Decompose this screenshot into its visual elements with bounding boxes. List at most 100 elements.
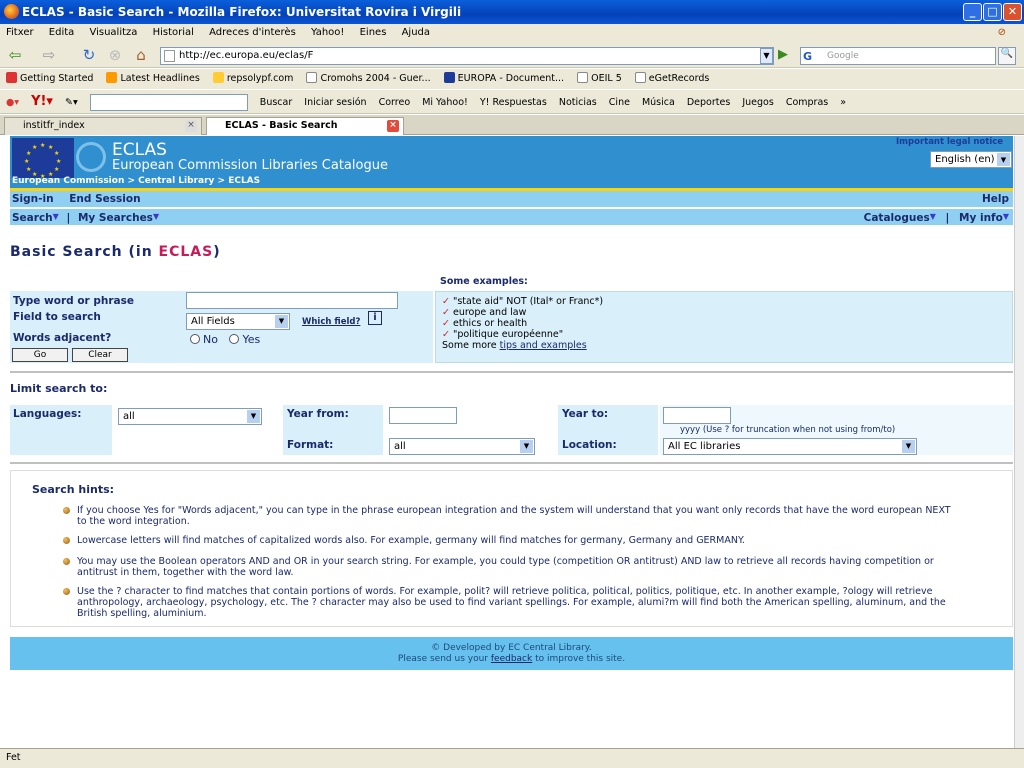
yahoo-item-sports[interactable]: Deportes — [687, 97, 730, 108]
hint-item: Use the ? character to find matches that… — [63, 586, 963, 619]
yahoo-item-cinema[interactable]: Cine — [609, 97, 630, 108]
end-session-link[interactable]: End Session — [69, 193, 140, 205]
maximize-button[interactable]: □ — [983, 3, 1002, 21]
address-bar[interactable]: http://ec.europa.eu/eclas/F — [160, 47, 774, 65]
menu-bar: Fitxer Edita Visualitza Historial Adrece… — [0, 24, 1024, 42]
forward-arrow-icon[interactable]: ⇨ — [40, 46, 58, 64]
go-arrow-icon[interactable]: ▶ — [778, 47, 788, 62]
adjacent-options: No Yes — [190, 333, 260, 346]
close-tab-icon[interactable]: × — [185, 120, 197, 132]
menu-tools[interactable]: Eines — [360, 27, 387, 38]
home-icon[interactable]: ⌂ — [132, 46, 150, 64]
info-icon[interactable]: i — [368, 311, 382, 325]
yahoo-item-shopping[interactable]: Compras — [786, 97, 828, 108]
breadcrumb[interactable]: European Commission > Central Library > … — [12, 176, 260, 186]
year-to-input[interactable] — [663, 407, 731, 424]
chevron-down-icon: ▼ — [997, 153, 1010, 166]
examples-title: Some examples: — [440, 276, 528, 287]
back-arrow-icon[interactable]: ⇦ — [6, 46, 24, 64]
search-engine-input[interactable]: G Google — [800, 47, 996, 65]
clear-button[interactable]: Clear — [72, 348, 128, 362]
example-text: ethics or health — [452, 318, 528, 329]
throbber-icon: ⊘ — [997, 27, 1006, 38]
nav-separator: | — [945, 212, 950, 224]
pencil-icon[interactable]: ✎▾ — [65, 97, 78, 108]
menu-file[interactable]: Fitxer — [6, 27, 34, 38]
reload-icon[interactable]: ↻ — [80, 46, 98, 64]
legal-notice-link[interactable]: Important legal notice — [896, 137, 1003, 147]
bookmark-item[interactable]: OEIL 5 — [577, 72, 622, 84]
bookmark-item[interactable]: Getting Started — [6, 72, 93, 84]
page-icon — [164, 50, 175, 62]
google-icon[interactable]: G — [803, 49, 812, 65]
adjacent-yes-radio[interactable]: Yes — [229, 333, 260, 346]
bookmark-item[interactable]: repsolypf.com — [212, 72, 293, 84]
bookmark-item[interactable]: eGetRecords — [634, 72, 709, 84]
search-menu[interactable]: Search▼ — [12, 212, 59, 224]
yahoo-search-button[interactable]: Buscar — [260, 97, 292, 108]
site-title: ECLAS — [112, 140, 167, 160]
address-dropdown-icon[interactable]: ▼ — [760, 48, 773, 64]
location-select[interactable]: All EC libraries ▼ — [663, 438, 917, 455]
which-field-link[interactable]: Which field? — [302, 317, 360, 327]
close-window-button[interactable]: ✕ — [1003, 3, 1022, 21]
year-from-input[interactable] — [389, 407, 457, 424]
menu-view[interactable]: Visualitza — [89, 27, 137, 38]
menu-help[interactable]: Ajuda — [402, 27, 430, 38]
toolbar-overflow-button[interactable]: » — [840, 97, 846, 108]
my-info-menu[interactable]: My info▼ — [959, 212, 1009, 224]
checkmark-icon: ✓ — [442, 318, 450, 329]
no-label: No — [203, 333, 218, 346]
field-label: Field to search — [13, 311, 101, 323]
tips-examples-link[interactable]: tips and examples — [500, 340, 587, 351]
stop-icon[interactable]: ⊗ — [106, 46, 124, 64]
yahoo-item-news[interactable]: Noticias — [559, 97, 597, 108]
signin-link[interactable]: Sign-in — [12, 193, 54, 205]
menu-yahoo[interactable]: Yahoo! — [311, 27, 344, 38]
footer-prefix: Please send us your — [397, 654, 491, 664]
menu-bookmarks[interactable]: Adreces d'interès — [209, 27, 296, 38]
location-label: Location: — [562, 439, 617, 451]
vertical-scrollbar[interactable] — [1014, 136, 1024, 748]
examples-more: Some more tips and examples — [442, 340, 587, 351]
menu-edit[interactable]: Edita — [49, 27, 75, 38]
yahoo-item-login[interactable]: Iniciar sesión — [304, 97, 366, 108]
yahoo-item-myyahoo[interactable]: Mi Yahoo! — [422, 97, 468, 108]
language-select[interactable]: English (en) ▼ — [930, 151, 1012, 168]
tab-institfr[interactable]: institfr_index × — [4, 117, 202, 135]
bookmark-item[interactable]: Latest Headlines — [106, 72, 200, 84]
catalogues-menu[interactable]: Catalogues▼ — [864, 212, 936, 224]
format-select[interactable]: all ▼ — [389, 438, 535, 455]
toolbar-logo-icon[interactable]: ●▾ — [6, 97, 19, 108]
search-placeholder: Google — [827, 51, 859, 61]
hint-text: You may use the Boolean operators AND an… — [77, 556, 934, 578]
nav-separator: | — [66, 212, 71, 224]
yahoo-item-music[interactable]: Música — [642, 97, 675, 108]
yahoo-logo-icon[interactable]: Y!▾ — [31, 94, 53, 109]
languages-select[interactable]: all ▼ — [118, 408, 262, 425]
field-select[interactable]: All Fields ▼ — [186, 313, 290, 330]
word-input[interactable] — [186, 292, 398, 309]
feedback-link[interactable]: feedback — [491, 654, 532, 664]
yahoo-item-mail[interactable]: Correo — [379, 97, 411, 108]
bookmark-item[interactable]: EUROPA - Document... — [443, 72, 564, 84]
triangle-down-icon: ▼ — [1002, 212, 1009, 221]
search-magnifier-icon[interactable]: 🔍 — [998, 47, 1016, 65]
site-banner: ★ ★ ★ ★ ★ ★ ★ ★ ★ ★ ★ ★ ECLAS European Commission L… — [10, 136, 1013, 188]
hint-text: Use the ? character to find matches that… — [77, 586, 946, 619]
adjacent-no-radio[interactable]: No — [190, 333, 218, 346]
tab-eclas[interactable]: ECLAS - Basic Search × — [206, 117, 404, 135]
menu-history[interactable]: Historial — [153, 27, 194, 38]
yahoo-item-games[interactable]: Juegos — [742, 97, 773, 108]
help-link[interactable]: Help — [982, 191, 1009, 207]
chevron-down-icon: ▼ — [520, 440, 533, 453]
bookmark-item[interactable]: Cromohs 2004 - Guer... — [306, 72, 431, 84]
yahoo-item-answers[interactable]: Y! Respuestas — [480, 97, 547, 108]
yahoo-search-input[interactable] — [89, 94, 248, 111]
close-tab-icon[interactable]: × — [387, 120, 399, 132]
limit-title: Limit search to: — [10, 382, 108, 395]
go-button[interactable]: Go — [12, 348, 68, 362]
minimize-button[interactable]: _ — [963, 3, 982, 21]
my-searches-menu[interactable]: My Searches▼ — [78, 212, 159, 224]
catalogues-label: Catalogues — [863, 212, 930, 224]
